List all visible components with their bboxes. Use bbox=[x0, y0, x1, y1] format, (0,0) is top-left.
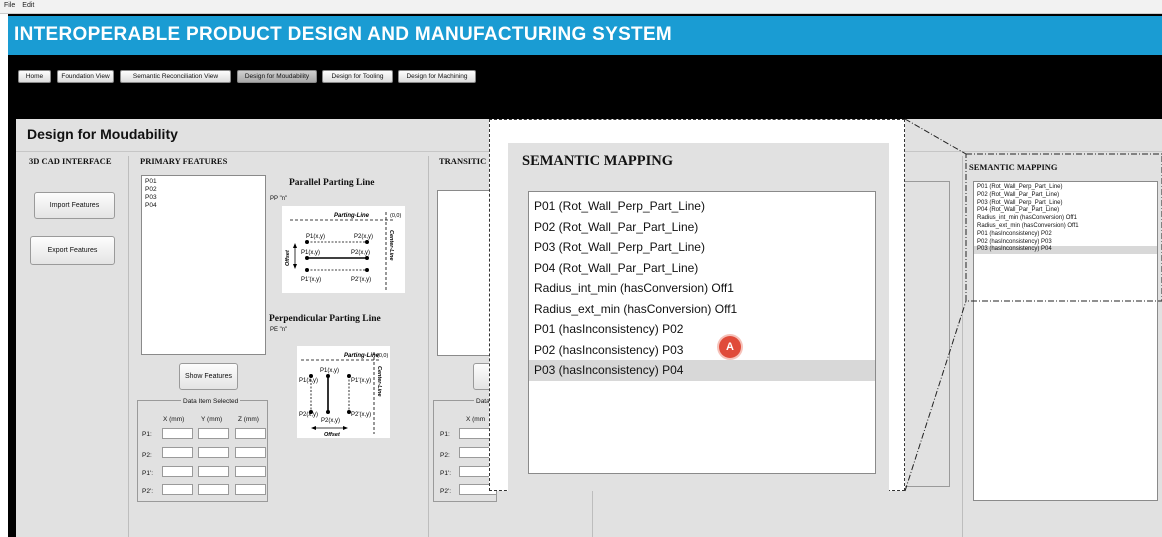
list-item[interactable]: P02 (Rot_Wall_Par_Part_Line) bbox=[529, 217, 875, 238]
semantic-mapping-list[interactable]: P01 (Rot_Wall_Perp_Part_Line) P02 (Rot_W… bbox=[528, 191, 876, 474]
list-item[interactable]: P01 (Rot_Wall_Perp_Part_Line) bbox=[529, 196, 875, 217]
list-item-selected[interactable]: P03 (hasInconsistency) P04 bbox=[529, 360, 875, 381]
list-item[interactable]: Radius_ext_min (hasConversion) Off1 bbox=[529, 299, 875, 320]
list-item[interactable]: P01 (hasInconsistency) P02 bbox=[529, 319, 875, 340]
list-item[interactable]: P03 (Rot_Wall_Perp_Part_Line) bbox=[529, 237, 875, 258]
semantic-mapping-title: SEMANTIC MAPPING bbox=[522, 153, 674, 169]
list-item[interactable]: P04 (Rot_Wall_Par_Part_Line) bbox=[529, 258, 875, 279]
list-item[interactable]: P02 (hasInconsistency) P03 bbox=[529, 340, 875, 361]
list-item[interactable]: Radius_int_min (hasConversion) Off1 bbox=[529, 278, 875, 299]
annotation-marker-a: A bbox=[719, 336, 741, 358]
